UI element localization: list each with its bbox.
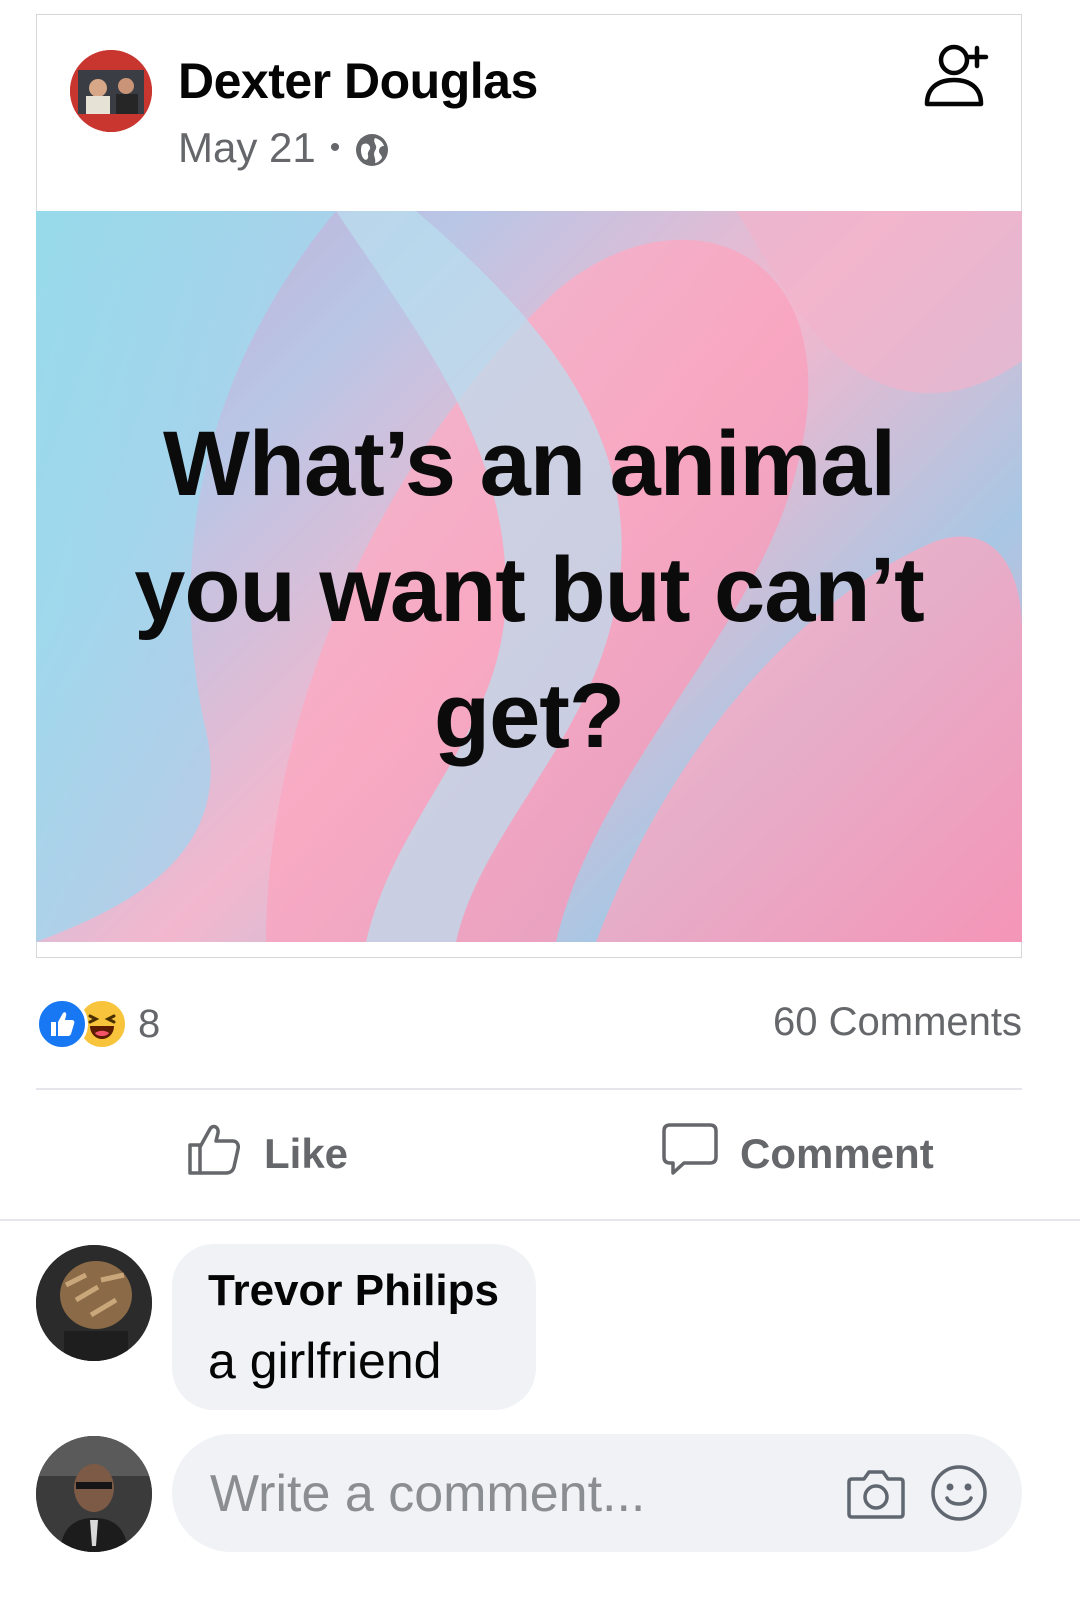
reaction-count: 8 <box>138 1001 161 1046</box>
speech-bubble-icon <box>660 1119 720 1189</box>
like-button[interactable]: Like <box>184 1122 348 1186</box>
viewer-avatar[interactable] <box>36 1436 152 1552</box>
comment-composer[interactable] <box>172 1434 1022 1552</box>
divider <box>36 1088 1022 1090</box>
commenter-name[interactable]: Trevor Philips <box>208 1266 499 1316</box>
post-image[interactable]: What’s an animal you want but can’t get? <box>36 211 1022 942</box>
comment-label: Comment <box>740 1130 934 1177</box>
commenter-avatar[interactable] <box>36 1245 152 1361</box>
post-question-text: What’s an animal you want but can’t get? <box>134 413 925 767</box>
comment-text: a girlfriend <box>208 1333 442 1389</box>
post-date[interactable]: May 21 <box>178 124 316 172</box>
post-meta: May 21 • <box>178 124 390 172</box>
comment-bubble[interactable]: Trevor Philips a girlfriend <box>172 1244 536 1410</box>
camera-icon[interactable] <box>846 1467 906 1521</box>
divider <box>0 1219 1080 1221</box>
comment-button[interactable]: Comment <box>660 1122 934 1186</box>
thumbs-up-icon <box>184 1119 244 1189</box>
meta-separator: • <box>329 131 341 164</box>
like-label: Like <box>264 1130 349 1177</box>
author-avatar[interactable] <box>70 50 152 132</box>
like-reaction-icon <box>36 998 88 1050</box>
comment-input[interactable] <box>208 1454 812 1534</box>
globe-icon <box>354 130 390 166</box>
reaction-summary[interactable]: 8 <box>36 998 161 1050</box>
author-name[interactable]: Dexter Douglas <box>178 52 538 110</box>
emoji-icon[interactable] <box>930 1464 988 1522</box>
add-friend-icon[interactable] <box>920 40 992 114</box>
comments-count[interactable]: 60 Comments <box>773 1000 1022 1045</box>
